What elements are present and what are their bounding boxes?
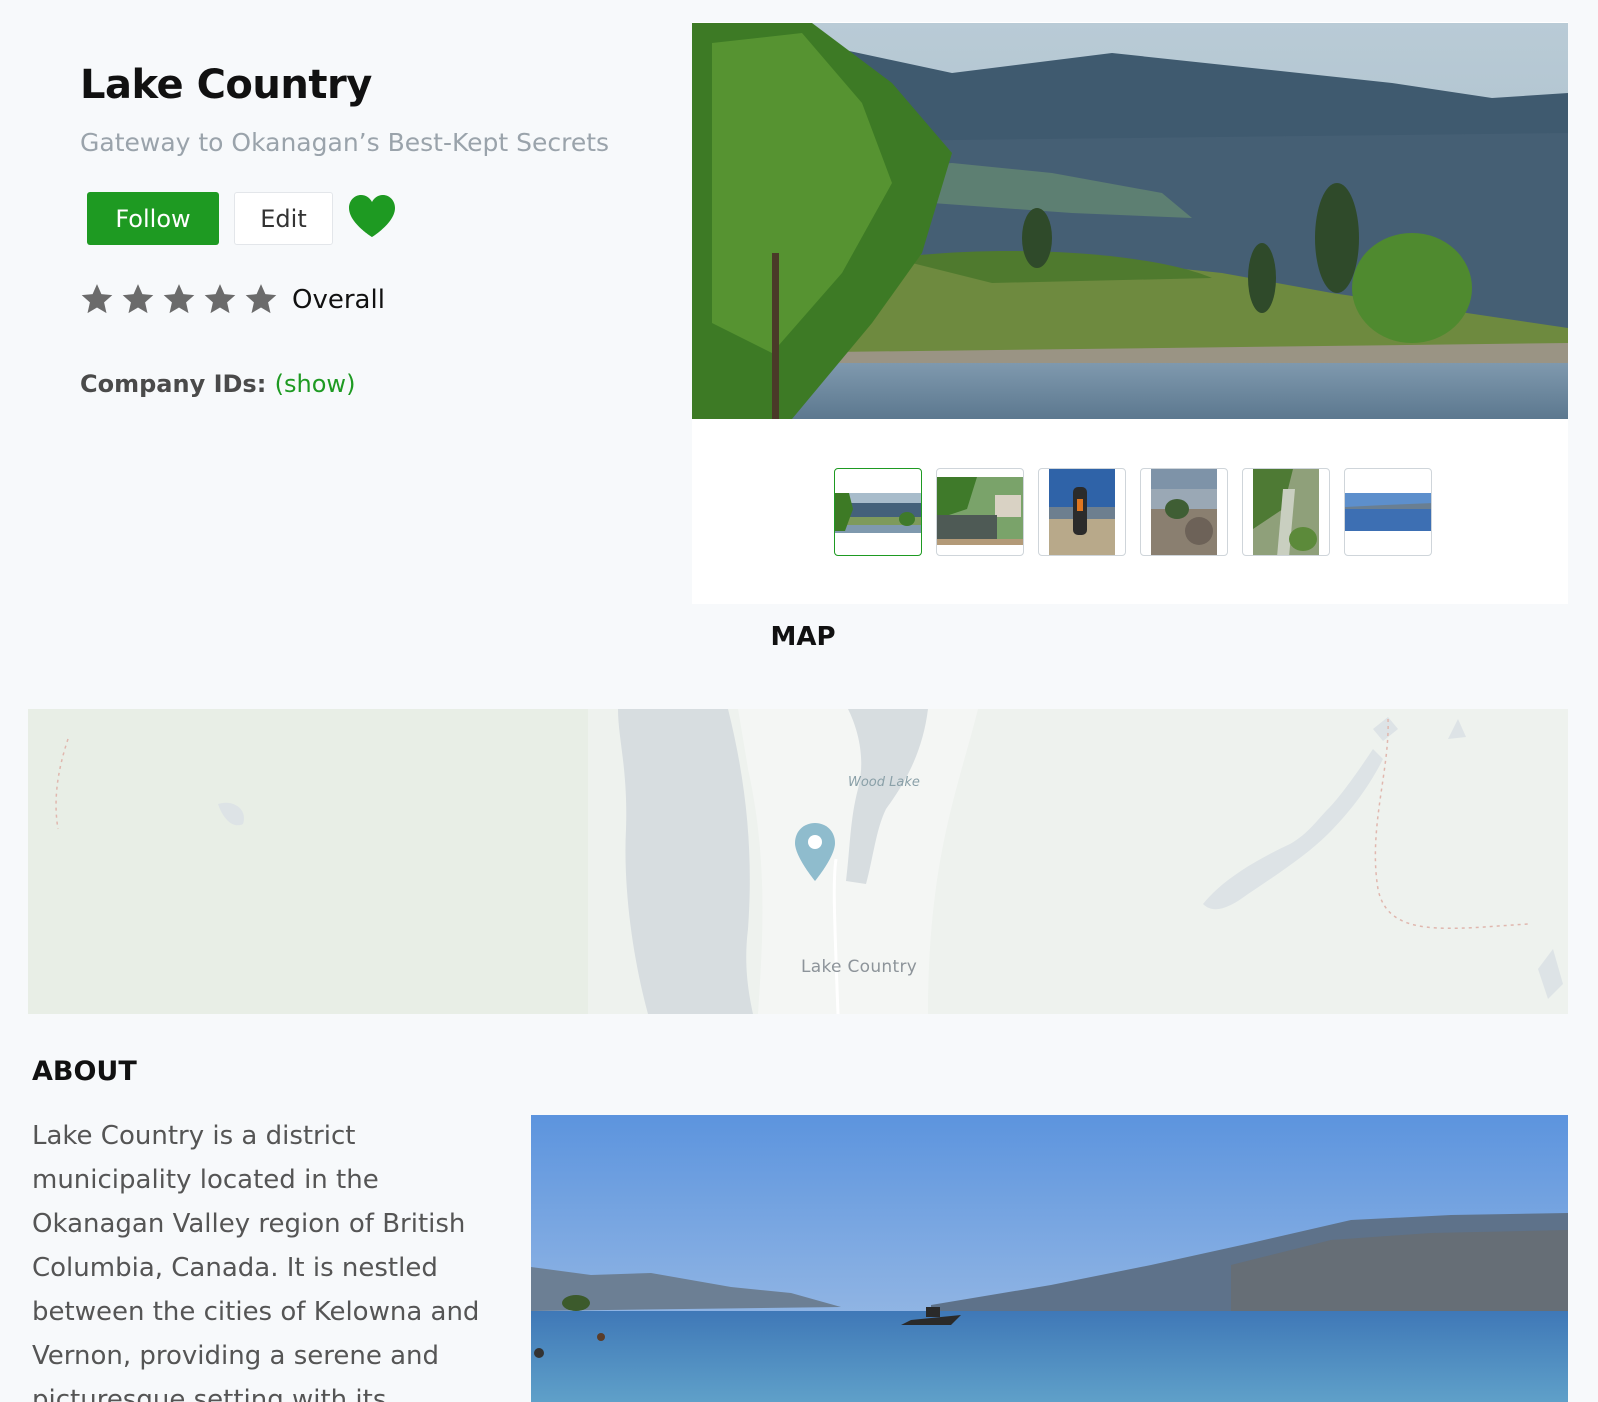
star-icon[interactable] — [203, 282, 237, 316]
star-icon[interactable] — [244, 282, 278, 316]
hero-photo[interactable] — [692, 23, 1568, 419]
map-view[interactable]: Wood Lake Lake Country — [28, 709, 1568, 1014]
star-icon[interactable] — [162, 282, 196, 316]
page-title: Lake Country — [80, 62, 372, 108]
heart-icon[interactable] — [347, 193, 397, 239]
map-label-wood-lake: Wood Lake — [848, 775, 920, 790]
rating-label: Overall — [292, 285, 385, 315]
company-ids-label: Company IDs: — [80, 370, 267, 398]
map-label-town: Lake Country — [801, 957, 918, 977]
follow-button[interactable]: Follow — [87, 192, 219, 245]
company-ids-show-link[interactable]: (show) — [275, 370, 356, 398]
about-photo[interactable] — [531, 1115, 1568, 1402]
edit-button[interactable]: Edit — [234, 192, 333, 245]
thumbnail[interactable] — [1242, 468, 1330, 556]
about-text: Lake Country is a district municipality … — [32, 1121, 480, 1402]
about-heading: ABOUT — [32, 1056, 137, 1087]
star-rating[interactable] — [80, 282, 278, 316]
star-icon[interactable] — [121, 282, 155, 316]
star-icon[interactable] — [80, 282, 114, 316]
thumbnail-strip — [834, 468, 1432, 556]
page-subtitle: Gateway to Okanagan’s Best-Kept Secrets — [80, 128, 610, 157]
map-heading: MAP — [770, 622, 836, 652]
company-ids: Company IDs: (show) — [80, 370, 355, 398]
thumbnail[interactable] — [1140, 468, 1228, 556]
thumbnail[interactable] — [1038, 468, 1126, 556]
thumbnail[interactable] — [834, 468, 922, 556]
thumbnail[interactable] — [936, 468, 1024, 556]
thumbnail[interactable] — [1344, 468, 1432, 556]
